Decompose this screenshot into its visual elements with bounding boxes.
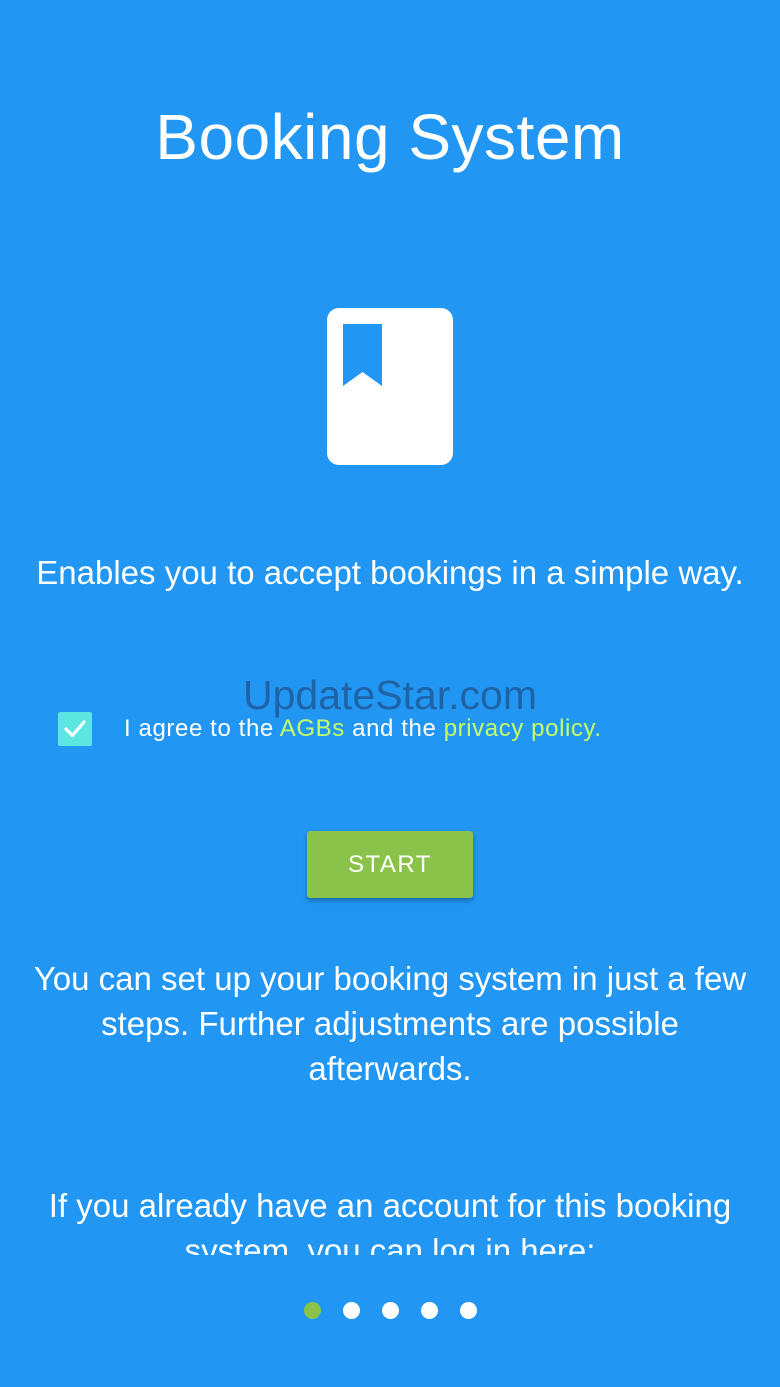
page-dot[interactable] — [420, 1302, 438, 1319]
page-dot[interactable] — [303, 1302, 321, 1319]
page-dot[interactable] — [342, 1302, 360, 1319]
agb-link[interactable]: AGBs — [280, 715, 345, 742]
setup-description: You can set up your booking system in ju… — [33, 960, 747, 1087]
bookmark-book-icon — [327, 308, 453, 465]
login-hint: If you already have an account for this … — [48, 1187, 732, 1255]
agreement-prefix: I agree to the — [124, 715, 280, 742]
agreement-row: I agree to the AGBs and the privacy poli… — [58, 711, 602, 747]
page-dot[interactable] — [381, 1302, 399, 1319]
agreement-middle: and the — [344, 715, 444, 742]
app-title: Booking System — [155, 101, 625, 173]
privacy-policy-link[interactable]: privacy policy. — [444, 715, 602, 742]
agreement-text: I agree to the AGBs and the privacy poli… — [124, 715, 602, 743]
start-button[interactable]: START — [307, 831, 473, 898]
page-indicator — [0, 1302, 780, 1319]
intro-tagline: Enables you to accept bookings in a simp… — [36, 554, 744, 591]
page-dot[interactable] — [459, 1302, 477, 1319]
agreement-checkbox[interactable] — [58, 712, 92, 746]
login-hint-container: If you already have an account for this … — [40, 1183, 740, 1255]
checkmark-icon — [64, 720, 86, 738]
